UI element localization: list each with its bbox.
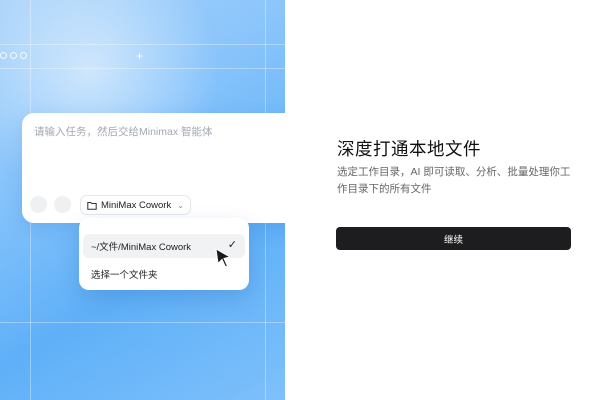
plus-icon: +	[136, 49, 144, 63]
prompt-placeholder: 请输入任务，然后交给Minimax 智能体	[34, 126, 213, 138]
attach-button	[30, 196, 47, 213]
continue-button[interactable]: 继续	[336, 227, 571, 250]
page-description: 选定工作目录，AI 即可读取、分析、批量处理你工作目录下的所有文件	[337, 166, 571, 195]
dropdown-item-label: ~/文件/MiniMax Cowork	[91, 242, 192, 253]
grid-line	[0, 44, 285, 45]
page-title: 深度打通本地文件	[337, 139, 481, 159]
folder-selector-label: MiniMax Cowork	[101, 199, 172, 211]
folder-icon	[87, 201, 97, 210]
feature-illustration: + 请输入任务，然后交给Minimax 智能体 MiniMax Cowork ⌄…	[0, 0, 285, 400]
chevron-down-icon: ⌄	[177, 200, 184, 210]
grid-line	[0, 322, 285, 323]
tool-button	[54, 196, 71, 213]
dropdown-item-label: 选择一个文件夹	[91, 270, 158, 281]
grid-line	[0, 68, 285, 69]
onboarding-panel: 深度打通本地文件 选定工作目录，AI 即可读取、分析、批量处理你工作目录下的所有…	[285, 0, 600, 400]
prompt-card: 请输入任务，然后交给Minimax 智能体 MiniMax Cowork ⌄	[22, 113, 285, 223]
window-dots	[0, 52, 27, 59]
cursor-arrow-icon	[215, 248, 232, 268]
folder-selector: MiniMax Cowork ⌄	[80, 195, 191, 215]
